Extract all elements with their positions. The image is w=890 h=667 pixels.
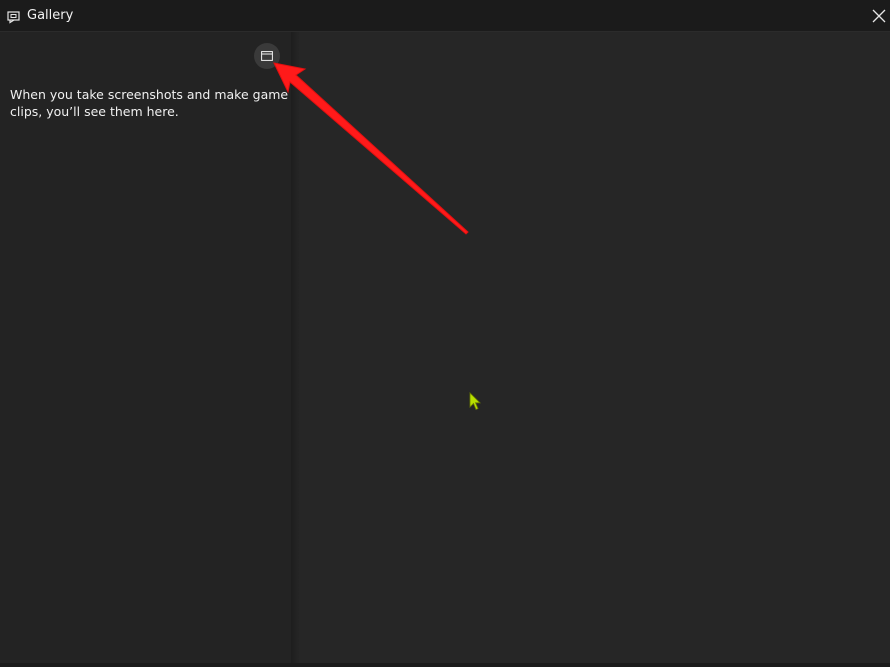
gallery-icon [7, 9, 21, 24]
close-button[interactable] [866, 0, 890, 32]
window-title: Gallery [27, 8, 74, 23]
title-bar: Gallery [0, 0, 890, 32]
close-icon [872, 9, 886, 23]
empty-gallery-message: When you take screenshots and make game … [10, 87, 289, 119]
preview-pane [299, 32, 890, 663]
captures-list-pane [0, 32, 291, 663]
open-folder-button[interactable] [254, 43, 280, 69]
window-bottom-edge [0, 663, 890, 667]
gallery-window: Gallery When you take screenshots and ma… [0, 0, 890, 667]
pane-divider [291, 32, 299, 663]
folder-icon [261, 51, 273, 61]
